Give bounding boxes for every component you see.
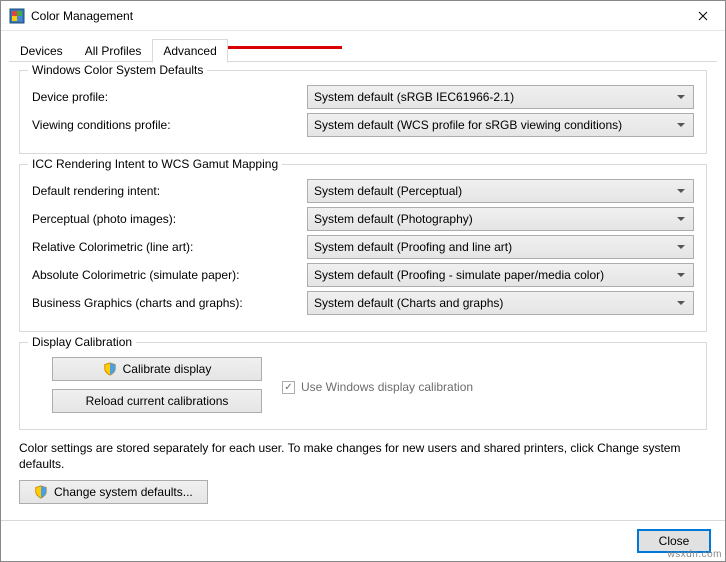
default-rendering-intent-select[interactable]: System default (Perceptual)	[307, 179, 694, 203]
app-icon	[9, 8, 25, 24]
select-value: System default (Proofing - simulate pape…	[314, 268, 604, 282]
absolute-colorimetric-label: Absolute Colorimetric (simulate paper):	[32, 268, 307, 282]
viewing-conditions-select[interactable]: System default (WCS profile for sRGB vie…	[307, 113, 694, 137]
select-value: System default (sRGB IEC61966-2.1)	[314, 90, 514, 104]
shield-icon	[103, 362, 117, 376]
device-profile-select[interactable]: System default (sRGB IEC61966-2.1)	[307, 85, 694, 109]
select-value: System default (Charts and graphs)	[314, 296, 503, 310]
viewing-conditions-label: Viewing conditions profile:	[32, 118, 307, 132]
default-rendering-intent-label: Default rendering intent:	[32, 184, 307, 198]
change-system-defaults-button[interactable]: Change system defaults...	[19, 480, 208, 504]
button-label: Reload current calibrations	[86, 394, 229, 408]
group-legend: Display Calibration	[28, 335, 136, 349]
group-display-calibration: Display Calibration Calibrate display Re…	[19, 342, 707, 430]
group-windows-color-system-defaults: Windows Color System Defaults Device pro…	[19, 70, 707, 154]
tab-strip: Devices All Profiles Advanced	[1, 31, 725, 62]
relative-colorimetric-select[interactable]: System default (Proofing and line art)	[307, 235, 694, 259]
tab-advanced[interactable]: Advanced	[152, 39, 227, 63]
content-area: Windows Color System Defaults Device pro…	[1, 62, 725, 520]
button-label: Calibrate display	[123, 362, 212, 376]
group-icc-rendering-intent: ICC Rendering Intent to WCS Gamut Mappin…	[19, 164, 707, 332]
titlebar: Color Management	[1, 1, 725, 31]
select-value: System default (Photography)	[314, 212, 473, 226]
shield-icon	[34, 485, 48, 499]
perceptual-label: Perceptual (photo images):	[32, 212, 307, 226]
business-graphics-select[interactable]: System default (Charts and graphs)	[307, 291, 694, 315]
bottom-bar: Close	[1, 520, 725, 561]
reload-calibrations-button[interactable]: Reload current calibrations	[52, 389, 262, 413]
perceptual-select[interactable]: System default (Photography)	[307, 207, 694, 231]
select-value: System default (Perceptual)	[314, 184, 462, 198]
select-value: System default (Proofing and line art)	[314, 240, 512, 254]
checkbox-label: Use Windows display calibration	[301, 380, 473, 394]
close-icon	[698, 11, 708, 21]
business-graphics-label: Business Graphics (charts and graphs):	[32, 296, 307, 310]
tab-all-profiles[interactable]: All Profiles	[74, 39, 153, 62]
footer-text: Color settings are stored separately for…	[19, 440, 707, 472]
device-profile-label: Device profile:	[32, 90, 307, 104]
color-management-window: Color Management Devices All Profiles Ad…	[0, 0, 726, 562]
tab-underline	[9, 61, 717, 62]
use-windows-calibration-checkbox[interactable]: ✓	[282, 381, 295, 394]
window-title: Color Management	[31, 9, 680, 23]
use-windows-calibration-row: ✓ Use Windows display calibration	[282, 353, 473, 417]
group-legend: Windows Color System Defaults	[28, 63, 207, 77]
button-label: Change system defaults...	[54, 485, 193, 499]
relative-colorimetric-label: Relative Colorimetric (line art):	[32, 240, 307, 254]
window-close-button[interactable]	[680, 1, 725, 31]
watermark: wsxdn.com	[667, 549, 722, 560]
select-value: System default (WCS profile for sRGB vie…	[314, 118, 622, 132]
calibrate-display-button[interactable]: Calibrate display	[52, 357, 262, 381]
tab-devices[interactable]: Devices	[9, 39, 74, 62]
absolute-colorimetric-select[interactable]: System default (Proofing - simulate pape…	[307, 263, 694, 287]
group-legend: ICC Rendering Intent to WCS Gamut Mappin…	[28, 157, 282, 171]
